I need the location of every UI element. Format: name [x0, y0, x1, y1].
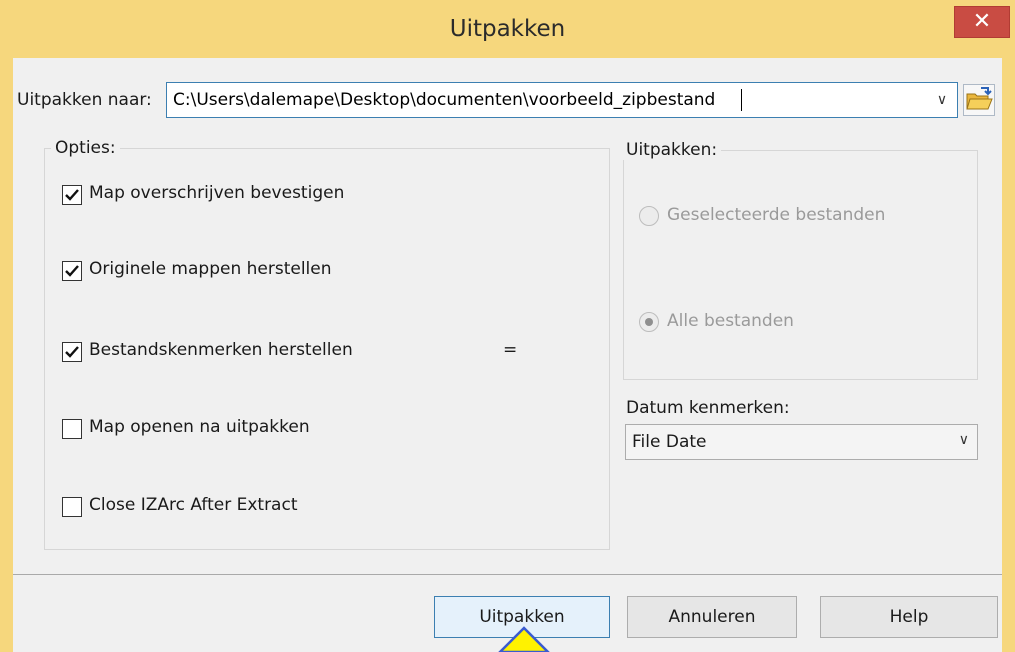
date-attributes-select[interactable]: File Date ∨ [625, 424, 978, 460]
equals-marker: = [503, 340, 518, 360]
checkmark-icon [65, 189, 79, 201]
overwrite-confirm-label: Map overschrijven bevestigen [89, 183, 345, 203]
close-button[interactable]: ✕ [954, 6, 1010, 38]
help-button[interactable]: Help [820, 596, 998, 638]
open-folder-checkbox[interactable] [62, 419, 82, 439]
browse-folder-button[interactable] [963, 84, 995, 116]
radio-dot [645, 318, 653, 326]
window-title: Uitpakken [449, 16, 566, 42]
close-after-extract-checkbox[interactable] [62, 497, 82, 517]
overwrite-confirm-checkbox[interactable] [62, 185, 82, 205]
date-attributes-label: Datum kenmerken: [626, 398, 790, 418]
selected-files-radio[interactable] [639, 206, 659, 226]
restore-folders-label: Originele mappen herstellen [89, 259, 332, 279]
selected-files-label: Geselecteerde bestanden [667, 205, 886, 225]
checkmark-icon [65, 346, 79, 358]
cursor-arrow-icon [498, 626, 550, 652]
options-group-title: Opties: [51, 138, 120, 158]
cancel-button[interactable]: Annuleren [627, 596, 797, 638]
text-caret [741, 89, 742, 111]
restore-folders-checkbox[interactable] [62, 261, 82, 281]
chevron-down-icon: ∨ [958, 432, 969, 448]
all-files-label: Alle bestanden [667, 311, 794, 331]
window-frame-left [0, 58, 13, 652]
destination-label: Uitpakken naar: [17, 90, 152, 110]
restore-attributes-checkbox[interactable] [62, 342, 82, 362]
open-folder-label: Map openen na uitpakken [89, 417, 310, 437]
dialog-upper-panel: Uitpakken naar: C:\Users\dalemape\Deskto… [13, 58, 1002, 575]
dialog-body: Uitpakken naar: C:\Users\dalemape\Deskto… [13, 58, 1002, 652]
restore-attributes-label: Bestandskenmerken herstellen [89, 340, 353, 360]
folder-open-icon [966, 87, 993, 110]
extract-group-title: Uitpakken: [622, 140, 722, 160]
checkmark-icon [65, 265, 79, 277]
window-frame-right [1002, 58, 1015, 652]
extract-group [623, 150, 978, 380]
destination-dropdown-button[interactable]: ∨ [927, 83, 957, 117]
date-attributes-value: File Date [632, 432, 707, 452]
all-files-radio[interactable] [639, 312, 659, 332]
destination-value: C:\Users\dalemape\Desktop\documenten\voo… [173, 90, 716, 110]
close-after-extract-label: Close IZArc After Extract [89, 495, 298, 515]
destination-input[interactable]: C:\Users\dalemape\Desktop\documenten\voo… [166, 82, 958, 118]
